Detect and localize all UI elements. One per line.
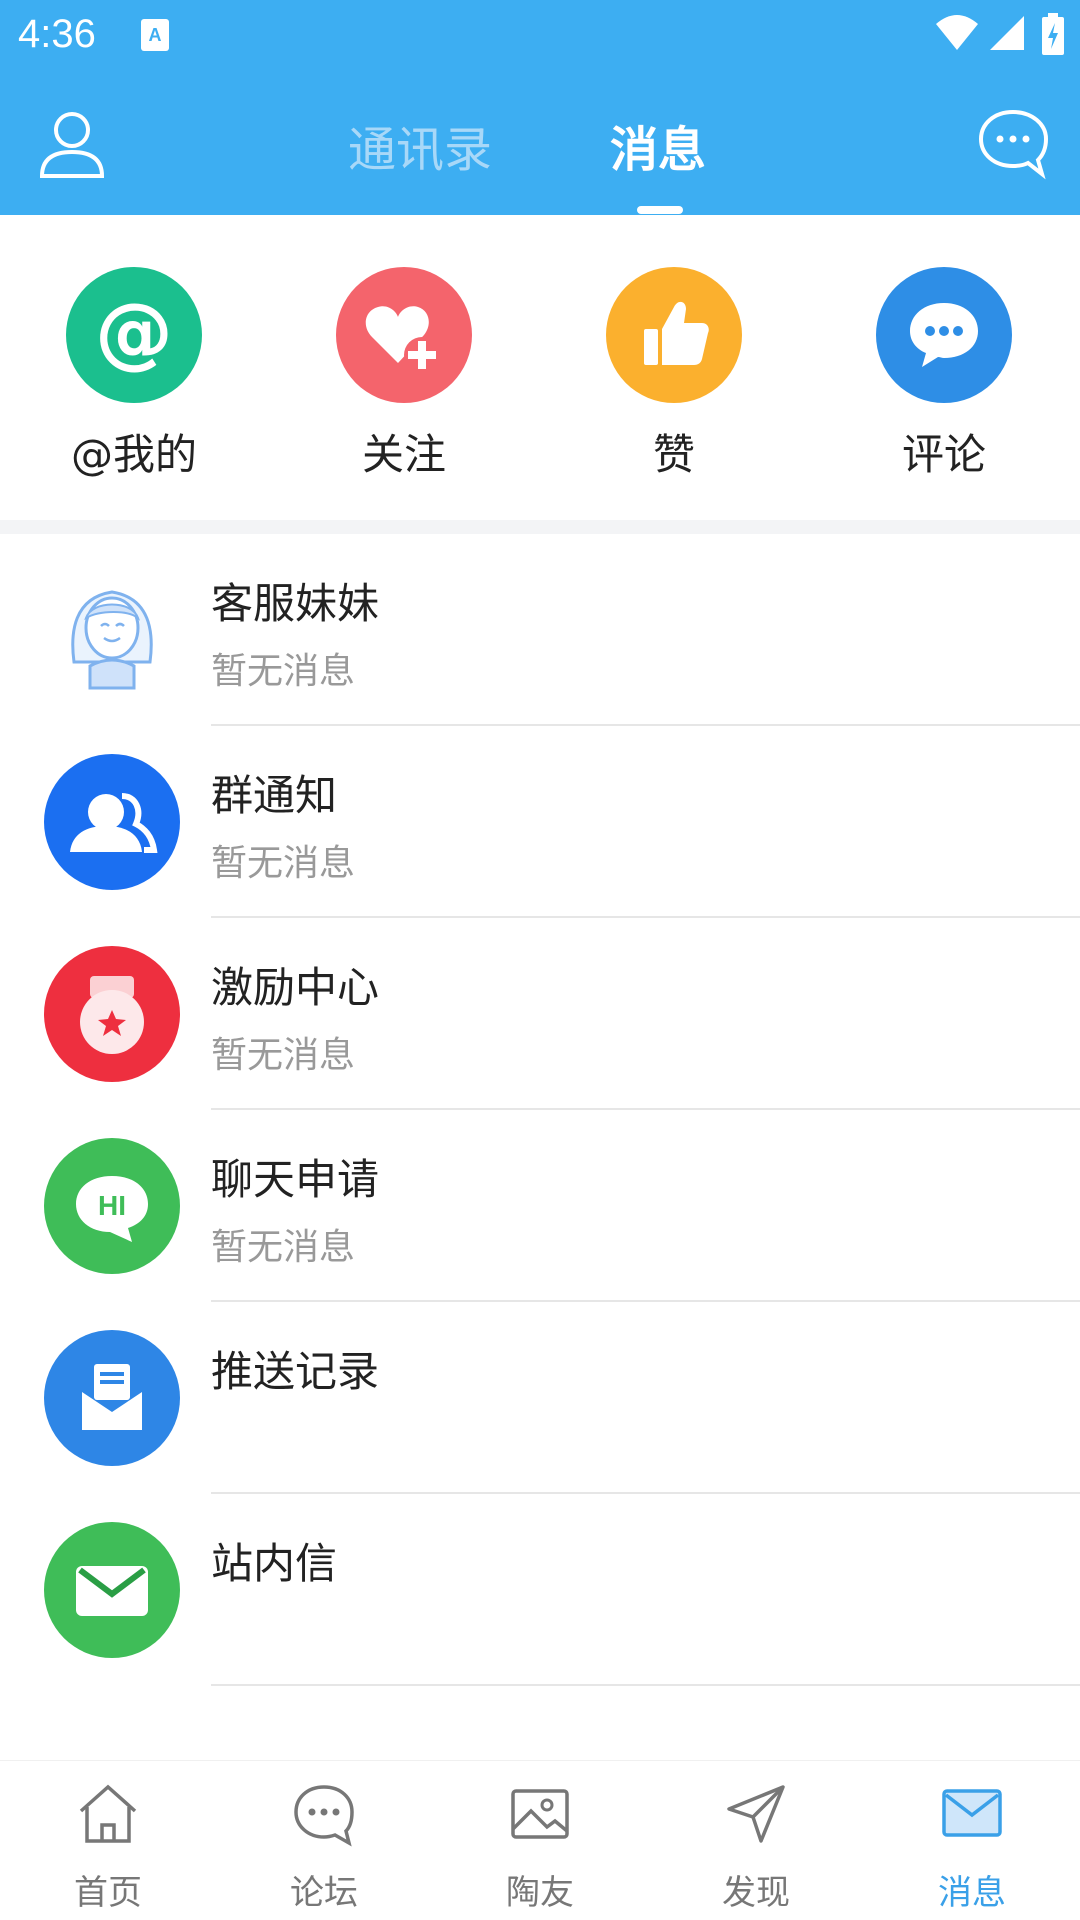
hi-bubble-icon: HI <box>44 1138 180 1274</box>
keyboard-a-icon: A <box>141 19 169 51</box>
signal-icon <box>990 16 1024 50</box>
profile-icon[interactable] <box>36 108 108 180</box>
tab-messages[interactable]: 消息 <box>610 110 706 180</box>
send-icon <box>727 1785 785 1843</box>
quick-actions: @ @我的 关注 赞 评论 <box>0 215 1080 520</box>
heart-plus-icon <box>336 267 472 403</box>
comment-icon <box>876 267 1012 403</box>
list-item-group-notice[interactable]: 群通知 暂无消息 <box>0 726 1080 918</box>
quick-label: 关注 <box>361 430 446 479</box>
battery-icon <box>1042 13 1064 55</box>
list-item-title: 聊天申请 <box>211 1155 380 1204</box>
list-item-subtitle: 暂无消息 <box>211 843 356 884</box>
at-icon: @ <box>66 267 202 403</box>
bottom-nav: 首页 论坛 陶友 发现 消息 <box>0 1760 1080 1920</box>
group-icon <box>44 754 180 890</box>
list-item-chat-request[interactable]: HI 聊天申请 暂无消息 <box>0 1110 1080 1302</box>
nav-home[interactable]: 首页 <box>0 1761 216 1920</box>
quick-comments[interactable]: 评论 <box>844 267 1044 482</box>
medal-icon <box>44 946 180 1082</box>
image-icon <box>511 1789 569 1839</box>
mail-icon <box>44 1522 180 1658</box>
svg-text:HI: HI <box>98 1190 126 1221</box>
support-girl-icon <box>44 562 180 698</box>
nav-label: 论坛 <box>290 1873 358 1913</box>
list-item-subtitle: 暂无消息 <box>211 1035 356 1076</box>
divider <box>211 1684 1080 1686</box>
quick-follow[interactable]: 关注 <box>304 267 504 482</box>
list-item-subtitle: 暂无消息 <box>211 1227 356 1268</box>
status-bar: 4:36 A <box>0 0 1080 72</box>
tab-contacts[interactable]: 通讯录 <box>348 110 492 180</box>
list-item-subtitle: 暂无消息 <box>211 651 356 692</box>
chat-bubble-icon[interactable] <box>976 106 1050 180</box>
nav-label: 陶友 <box>506 1873 574 1913</box>
quick-label: 赞 <box>652 430 695 479</box>
list-item-title: 站内信 <box>211 1539 338 1588</box>
quick-at-me[interactable]: @ @我的 <box>34 267 234 482</box>
list-item-title: 激励中心 <box>211 963 380 1012</box>
home-icon <box>79 1784 137 1843</box>
thumbs-up-icon <box>606 267 742 403</box>
list-item-title: 客服妹妹 <box>211 579 380 628</box>
app-header: 4:36 A 通讯录 消息 <box>0 0 1080 215</box>
mail-outline-icon <box>942 1789 1002 1837</box>
nav-messages[interactable]: 消息 <box>864 1761 1080 1920</box>
svg-text:@: @ <box>95 288 173 378</box>
quick-label: 评论 <box>901 430 986 479</box>
wifi-icon <box>936 15 978 50</box>
nav-discover[interactable]: 发现 <box>648 1761 864 1920</box>
quick-label: @我的 <box>70 430 197 479</box>
list-item-incentive[interactable]: 激励中心 暂无消息 <box>0 918 1080 1110</box>
section-divider <box>0 520 1080 534</box>
forum-icon <box>294 1785 354 1847</box>
list-item-title: 推送记录 <box>211 1347 380 1396</box>
inbox-icon <box>44 1330 180 1466</box>
quick-likes[interactable]: 赞 <box>574 267 774 482</box>
nav-forum[interactable]: 论坛 <box>216 1761 432 1920</box>
status-time: 4:36 <box>18 12 96 56</box>
list-item-title: 群通知 <box>211 771 338 820</box>
nav-label: 消息 <box>938 1873 1006 1913</box>
nav-friends[interactable]: 陶友 <box>432 1761 648 1920</box>
tab-indicator <box>637 206 683 214</box>
list-item-support[interactable]: 客服妹妹 暂无消息 <box>0 534 1080 726</box>
nav-label: 发现 <box>722 1873 790 1913</box>
nav-label: 首页 <box>74 1873 142 1913</box>
list-item-site-mail[interactable]: 站内信 <box>0 1494 1080 1686</box>
list-item-push-history[interactable]: 推送记录 <box>0 1302 1080 1494</box>
svg-text:A: A <box>149 25 162 45</box>
message-list: 客服妹妹 暂无消息 群通知 暂无消息 激励中心 暂无消息 HI 聊天申请 暂无消… <box>0 534 1080 1686</box>
